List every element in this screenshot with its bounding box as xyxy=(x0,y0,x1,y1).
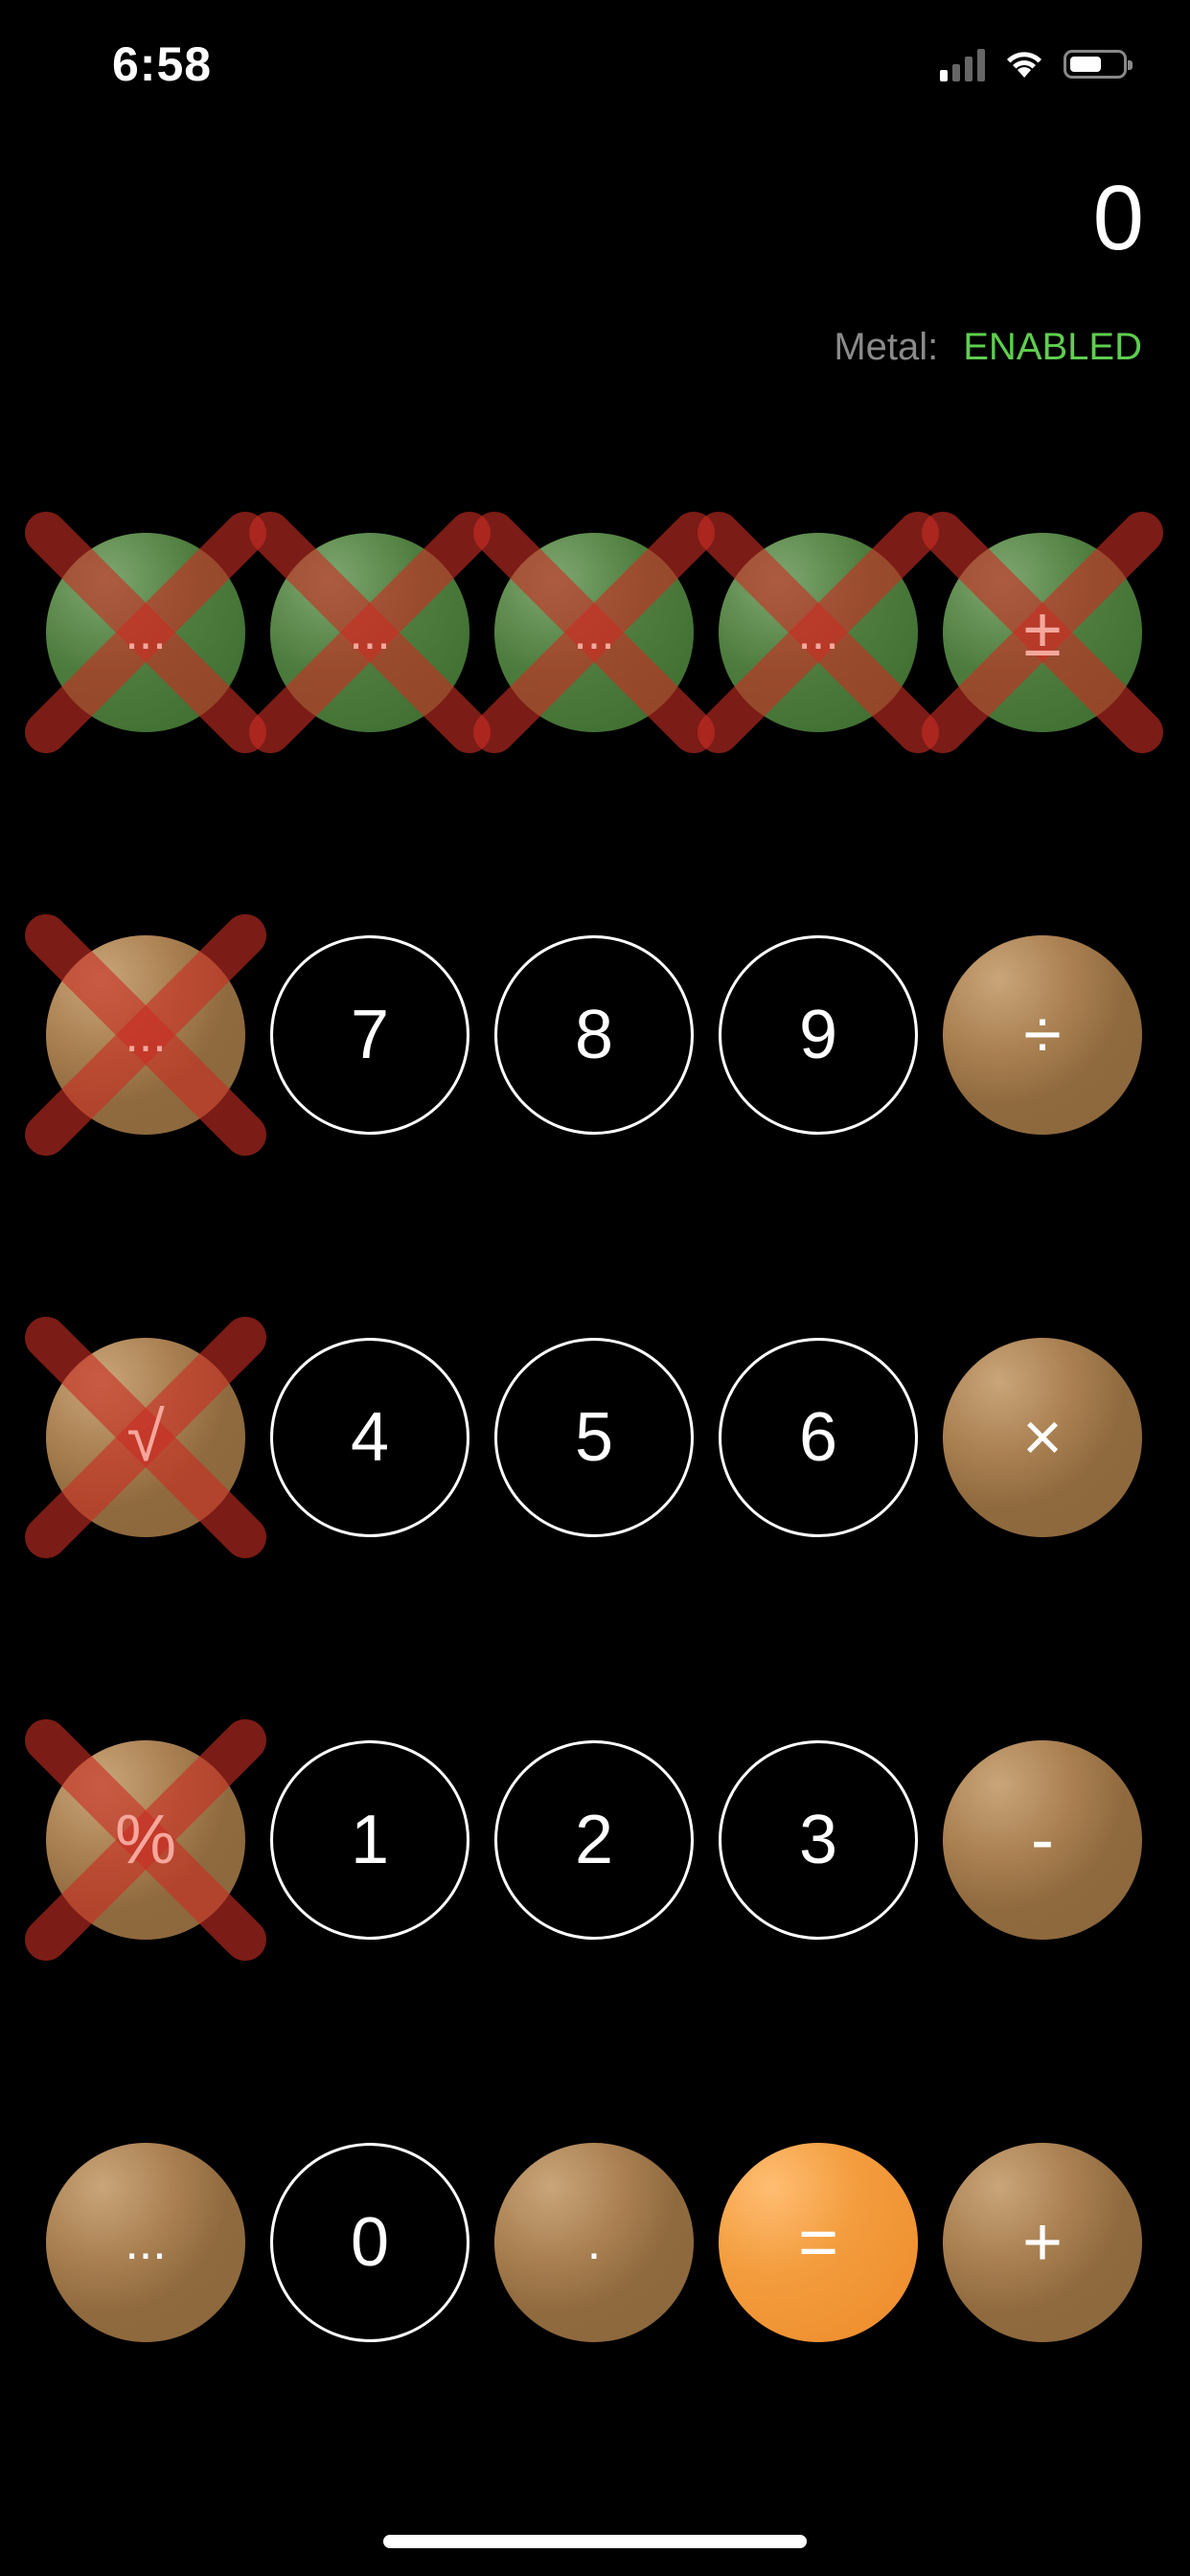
button-label: 1 xyxy=(350,1802,390,1878)
cellular-signal-icon xyxy=(940,47,985,81)
button-label: = xyxy=(797,2204,839,2281)
more-button[interactable]: ... xyxy=(25,914,266,1156)
more-button[interactable]: ... xyxy=(473,512,715,753)
button-label: ... xyxy=(125,2215,167,2270)
button-label: % xyxy=(114,1802,177,1878)
digit-9-button[interactable]: 9 xyxy=(719,935,918,1135)
metal-status: Metal: ENABLED xyxy=(834,326,1142,369)
button-label: × xyxy=(1021,1399,1064,1476)
home-indicator[interactable] xyxy=(383,2535,807,2548)
button-label: 6 xyxy=(798,1399,838,1476)
button-label: ÷ xyxy=(1023,997,1062,1073)
status-icons xyxy=(940,40,1133,88)
more-button[interactable]: ... xyxy=(46,2143,245,2342)
plus-button[interactable]: + xyxy=(943,2143,1142,2342)
button-label: √ xyxy=(126,1399,165,1476)
digit-5-button[interactable]: 5 xyxy=(494,1338,694,1537)
button-label: 7 xyxy=(350,997,390,1073)
digit-2-button[interactable]: 2 xyxy=(494,1740,694,1940)
button-label: 5 xyxy=(574,1399,614,1476)
calculator-display: 0 xyxy=(1092,167,1144,269)
metal-status-value: ENABLED xyxy=(963,326,1142,368)
minus-button[interactable]: - xyxy=(943,1740,1142,1940)
multiply-button[interactable]: × xyxy=(943,1338,1142,1537)
button-label: ... xyxy=(125,1007,167,1063)
button-label: ... xyxy=(573,605,615,660)
more-button[interactable]: ... xyxy=(249,512,491,753)
button-label: ± xyxy=(1023,594,1062,671)
button-label: ... xyxy=(125,605,167,660)
percent-button[interactable]: % xyxy=(25,1719,266,1961)
more-button[interactable]: ... xyxy=(698,512,939,753)
button-label: ... xyxy=(349,605,391,660)
metal-label: Metal: xyxy=(834,326,939,368)
digit-3-button[interactable]: 3 xyxy=(719,1740,918,1940)
button-label: 9 xyxy=(798,997,838,1073)
status-time: 6:58 xyxy=(112,37,213,91)
divide-button[interactable]: ÷ xyxy=(943,935,1142,1135)
digit-0-button[interactable]: 0 xyxy=(270,2143,469,2342)
button-label: 0 xyxy=(350,2204,390,2281)
decimal-button[interactable]: . xyxy=(494,2143,694,2342)
button-label: 4 xyxy=(350,1399,390,1476)
button-label: 3 xyxy=(798,1802,838,1878)
button-label: + xyxy=(1021,2204,1064,2281)
digit-6-button[interactable]: 6 xyxy=(719,1338,918,1537)
battery-icon xyxy=(1064,50,1133,79)
equals-button[interactable]: = xyxy=(719,2143,918,2342)
more-button[interactable]: ... xyxy=(25,512,266,753)
button-label: ... xyxy=(797,605,839,660)
button-label: . xyxy=(586,2215,602,2270)
plus-minus-button[interactable]: ± xyxy=(922,512,1163,753)
button-label: - xyxy=(1031,1802,1054,1878)
wifi-icon xyxy=(1004,49,1044,80)
digit-4-button[interactable]: 4 xyxy=(270,1338,469,1537)
button-label: 2 xyxy=(574,1802,614,1878)
digit-1-button[interactable]: 1 xyxy=(270,1740,469,1940)
digit-8-button[interactable]: 8 xyxy=(494,935,694,1135)
digit-7-button[interactable]: 7 xyxy=(270,935,469,1135)
square-root-button[interactable]: √ xyxy=(25,1317,266,1558)
button-label: 8 xyxy=(574,997,614,1073)
